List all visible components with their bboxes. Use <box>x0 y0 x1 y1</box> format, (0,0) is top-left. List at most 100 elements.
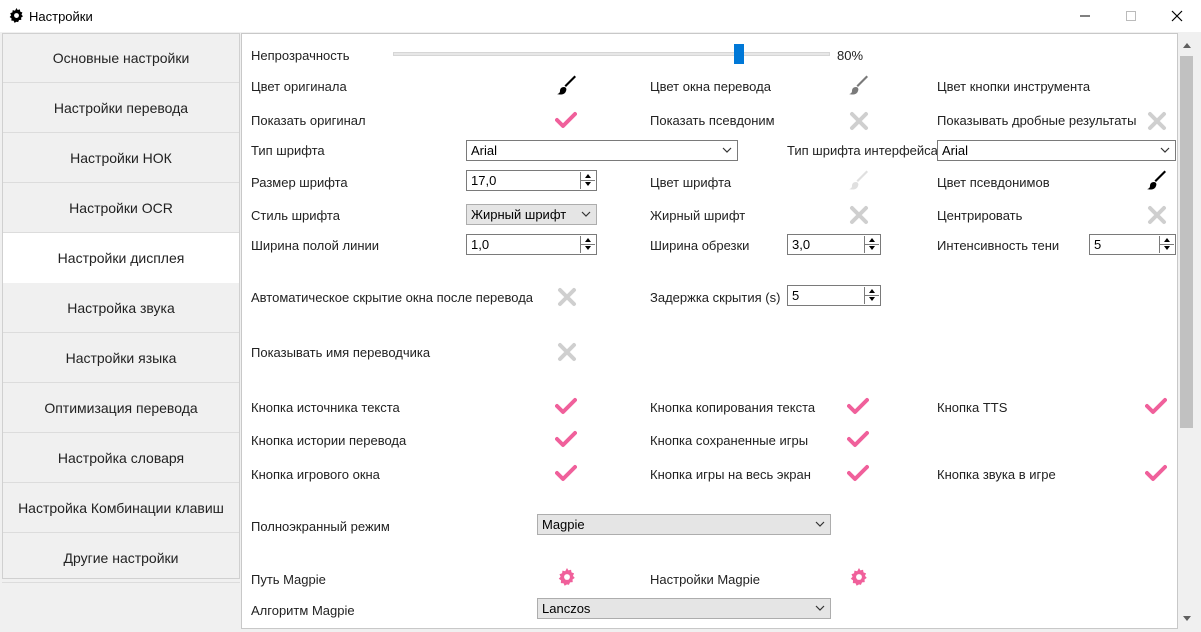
hollow-width-spinbox[interactable]: 1,0 <box>466 234 597 255</box>
shadow-intensity-spinbox[interactable]: 5 <box>1089 234 1176 255</box>
shadow-intensity-label: Интенсивность тени <box>937 238 1060 253</box>
checkmark-icon[interactable] <box>555 462 577 484</box>
spin-down-button[interactable] <box>581 244 595 252</box>
history-button-label: Кнопка истории перевода <box>251 433 407 448</box>
minimize-button[interactable] <box>1062 0 1108 32</box>
spin-down-button[interactable] <box>865 295 879 303</box>
maximize-icon <box>1126 11 1136 21</box>
opacity-value: 80% <box>837 48 864 63</box>
sidebar-item-ocr[interactable]: Настройки OCR <box>2 183 240 233</box>
hide-delay-label: Задержка скрытия (s) <box>650 290 781 305</box>
sidebar-item-optimization[interactable]: Оптимизация перевода <box>2 383 240 433</box>
tool-button-color-label: Цвет кнопки инструмента <box>937 79 1091 94</box>
maximize-button[interactable] <box>1108 0 1154 32</box>
ui-font-type-select[interactable]: Arial <box>937 140 1176 161</box>
source-text-button-label: Кнопка источника текста <box>251 400 400 415</box>
cross-icon[interactable] <box>1146 110 1168 132</box>
triangle-up-icon <box>869 289 875 293</box>
sidebar-item-dictionary[interactable]: Настройка словаря <box>2 433 240 483</box>
spin-down-button[interactable] <box>1160 244 1174 252</box>
scrollbar-thumb[interactable] <box>1180 56 1193 428</box>
checkmark-icon[interactable] <box>555 395 577 417</box>
cross-icon[interactable] <box>848 204 870 226</box>
sidebar-item-hotkeys[interactable]: Настройка Комбинации клавиш <box>2 483 240 533</box>
triangle-up-icon <box>869 238 875 242</box>
chevron-down-icon <box>815 605 825 611</box>
sidebar-item-hok[interactable]: Настройки НОК <box>2 133 240 183</box>
title-bar: Настройки <box>0 0 1201 32</box>
sidebar-item-translation[interactable]: Настройки перевода <box>2 83 240 133</box>
font-size-spinbox[interactable]: 17,0 <box>466 170 597 191</box>
chevron-down-icon <box>1183 615 1191 621</box>
magpie-algorithm-select[interactable]: Lanczos <box>537 598 831 619</box>
scroll-down-button[interactable] <box>1178 609 1196 627</box>
font-style-select[interactable]: Жирный шрифт <box>466 204 597 225</box>
brush-icon[interactable] <box>848 170 870 192</box>
bold-font-label: Жирный шрифт <box>650 208 746 223</box>
sidebar-item-display[interactable]: Настройки дисплея <box>2 233 240 283</box>
triangle-down-icon <box>585 182 591 186</box>
minimize-icon <box>1080 15 1090 17</box>
sidebar-item-general[interactable]: Основные настройки <box>2 33 240 83</box>
gear-icon[interactable] <box>850 568 868 586</box>
checkmark-icon[interactable] <box>847 428 869 450</box>
show-translator-label: Показывать имя переводчика <box>251 345 431 360</box>
triangle-down-icon <box>585 246 591 250</box>
cross-icon[interactable] <box>556 286 578 308</box>
copy-text-button-label: Кнопка копирования текста <box>650 400 816 415</box>
chevron-up-icon <box>1183 42 1191 48</box>
sidebar-item-language[interactable]: Настройки языка <box>2 333 240 383</box>
spin-down-button[interactable] <box>581 180 595 188</box>
hide-delay-spinbox[interactable]: 5 <box>787 285 881 306</box>
cross-icon[interactable] <box>848 110 870 132</box>
gear-icon <box>9 8 23 23</box>
sidebar-item-other[interactable]: Другие настройки <box>2 533 240 583</box>
checkmark-icon[interactable] <box>1145 462 1167 484</box>
hollow-width-label: Ширина полой линии <box>251 238 380 253</box>
font-size-label: Размер шрифта <box>251 175 348 190</box>
magpie-path-label: Путь Magpie <box>251 572 326 587</box>
triangle-up-icon <box>585 238 591 242</box>
close-button[interactable] <box>1154 0 1200 32</box>
checkmark-icon[interactable] <box>1145 395 1167 417</box>
auto-hide-label: Автоматическое скрытие окна после перево… <box>251 290 534 305</box>
magpie-algorithm-label: Алгоритм Magpie <box>251 603 355 618</box>
sidebar-item-sound[interactable]: Настройка звука <box>2 283 240 333</box>
tts-button-label: Кнопка TTS <box>937 400 1008 415</box>
brush-icon[interactable] <box>556 75 578 97</box>
chevron-down-icon <box>722 147 732 153</box>
cross-icon[interactable] <box>556 341 578 363</box>
checkmark-icon[interactable] <box>847 462 869 484</box>
chevron-down-icon <box>1160 147 1170 153</box>
window-title: Настройки <box>29 9 93 24</box>
spin-down-button[interactable] <box>865 244 879 252</box>
gear-icon[interactable] <box>558 568 576 586</box>
trim-width-label: Ширина обрезки <box>650 238 750 253</box>
triangle-down-icon <box>869 246 875 250</box>
triangle-up-icon <box>1164 238 1170 242</box>
show-original-label: Показать оригинал <box>251 113 366 128</box>
checkmark-icon[interactable] <box>847 395 869 417</box>
trim-width-spinbox[interactable]: 3,0 <box>787 234 881 255</box>
fullscreen-mode-select[interactable]: Magpie <box>537 514 831 535</box>
scroll-up-button[interactable] <box>1178 36 1196 54</box>
checkmark-icon[interactable] <box>555 109 577 131</box>
alias-color-label: Цвет псевдонимов <box>937 175 1050 190</box>
center-label: Центрировать <box>937 208 1023 223</box>
font-style-label: Стиль шрифта <box>251 208 340 223</box>
window-color-label: Цвет окна перевода <box>650 79 771 94</box>
saved-games-button-label: Кнопка сохраненные игры <box>650 433 809 448</box>
magpie-settings-label: Настройки Magpie <box>650 572 760 587</box>
game-sound-button-label: Кнопка звука в игре <box>937 467 1056 482</box>
show-alias-label: Показать псевдоним <box>650 113 775 128</box>
ui-font-type-label: Тип шрифта интерфейса <box>787 143 938 158</box>
game-window-button-label: Кнопка игрового окна <box>251 467 380 482</box>
checkmark-icon[interactable] <box>555 428 577 450</box>
opacity-slider-thumb[interactable] <box>734 44 744 64</box>
cross-icon[interactable] <box>1146 204 1168 226</box>
brush-icon[interactable] <box>848 75 870 97</box>
font-type-select[interactable]: Arial <box>466 140 738 161</box>
brush-icon[interactable] <box>1146 170 1168 192</box>
vertical-scrollbar[interactable] <box>1178 34 1196 628</box>
opacity-slider-track[interactable] <box>393 52 830 56</box>
